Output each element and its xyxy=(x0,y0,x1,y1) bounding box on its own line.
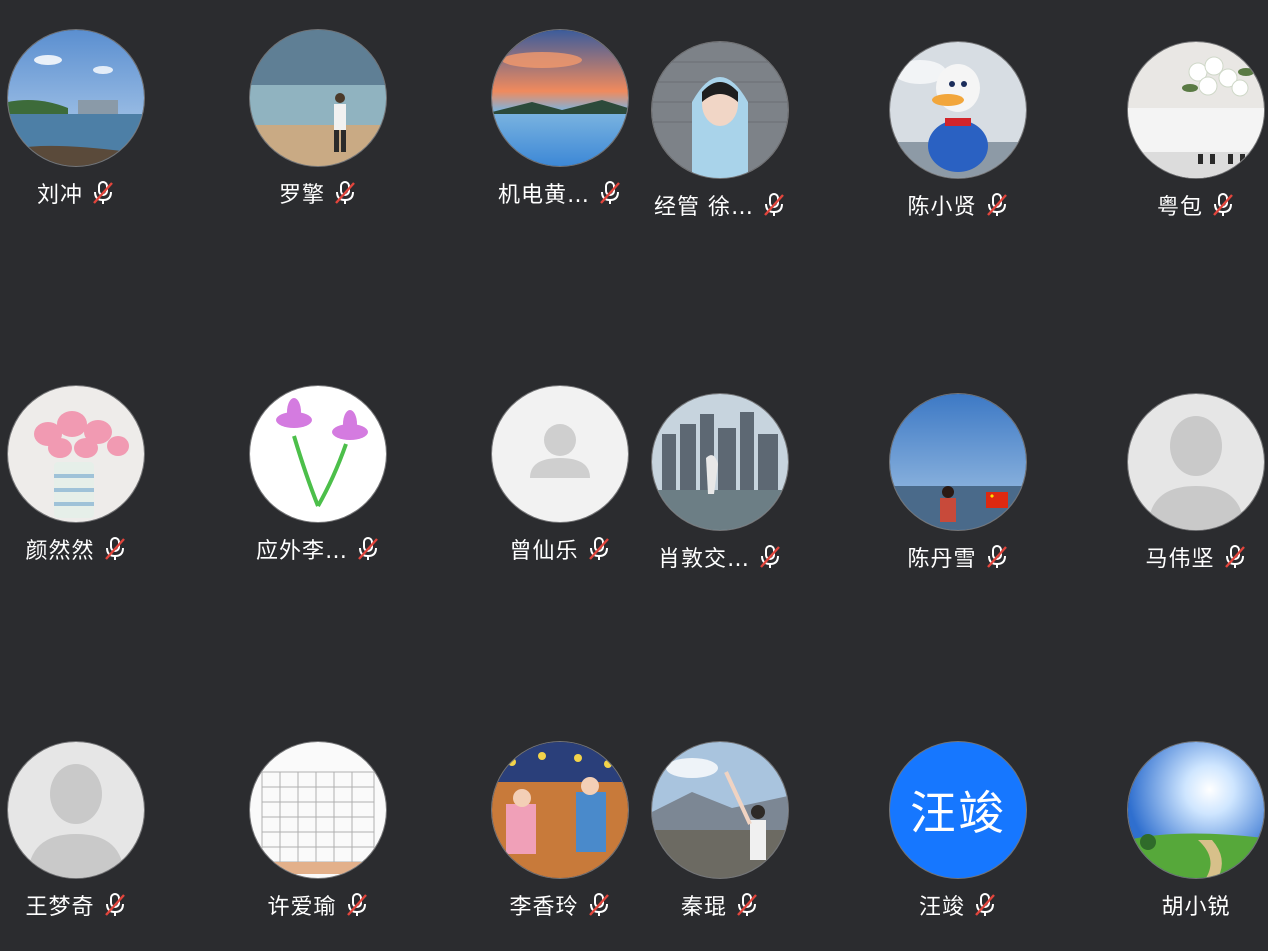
beach-person-image xyxy=(250,30,386,166)
participant-name: 王梦奇 xyxy=(25,895,95,920)
participant-tile[interactable]: 许爱瑜 xyxy=(218,742,418,942)
mic-muted-icon xyxy=(91,180,115,206)
avatar[interactable] xyxy=(250,386,386,522)
participant-tile[interactable]: 罗擎 xyxy=(218,30,418,230)
participant-name: 胡小锐 xyxy=(1161,895,1231,920)
avatar[interactable] xyxy=(890,42,1026,178)
participant-name: 肖敦交… xyxy=(657,547,750,572)
sunset-lake-image xyxy=(492,30,628,166)
participant-name: 曾仙乐 xyxy=(509,539,579,564)
participant-tile[interactable]: 秦琨 xyxy=(620,742,820,942)
sunny-meadow-image xyxy=(1128,742,1264,878)
lotus-drawing-image xyxy=(250,386,386,522)
mountain-town-image xyxy=(652,742,788,878)
donald-duck-toy-image xyxy=(890,42,1026,178)
default-user-image xyxy=(492,386,628,522)
lake-landscape-image xyxy=(8,30,144,166)
participant-tile[interactable]: 颜然然 xyxy=(0,386,176,586)
participant-tile[interactable]: 陈小贤 xyxy=(858,42,1058,242)
avatar[interactable] xyxy=(1128,42,1264,178)
mic-muted-icon xyxy=(762,192,786,218)
participant-name: 罗擎 xyxy=(278,183,325,208)
mic-muted-icon xyxy=(103,892,127,918)
participant-name: 陈小贤 xyxy=(907,195,977,220)
participant-tile[interactable]: 汪竣 汪竣 xyxy=(858,742,1058,942)
participant-tile[interactable]: 粤包 xyxy=(1096,42,1268,242)
participant-name: 李香玲 xyxy=(509,895,579,920)
mic-muted-icon xyxy=(587,536,611,562)
mic-muted-icon xyxy=(985,544,1009,570)
participant-tile[interactable]: 胡小锐 xyxy=(1096,742,1268,942)
piano-flowers-image xyxy=(1128,42,1264,178)
avatar[interactable] xyxy=(250,742,386,878)
avatar[interactable] xyxy=(1128,742,1264,878)
participant-tile[interactable]: 陈丹雪 xyxy=(858,394,1058,594)
seaside-woman-image xyxy=(890,394,1026,530)
participant-name: 汪竣 xyxy=(918,895,965,920)
participant-name: 许爱瑜 xyxy=(267,895,337,920)
avatar[interactable] xyxy=(8,30,144,166)
carousel-kids-image xyxy=(492,742,628,878)
mic-muted-icon xyxy=(587,892,611,918)
mic-muted-icon xyxy=(333,180,357,206)
avatar[interactable] xyxy=(8,386,144,522)
participant-tile[interactable]: 应外李… xyxy=(218,386,418,586)
mic-muted-icon xyxy=(356,536,380,562)
default-user-large-image xyxy=(1128,394,1264,530)
mic-muted-icon xyxy=(985,192,1009,218)
participant-tile[interactable]: 肖敦交… xyxy=(620,394,820,594)
participant-tile[interactable]: 经管 徐… xyxy=(620,42,820,242)
participant-name: 应外李… xyxy=(255,539,348,564)
participant-name: 机电黄… xyxy=(497,183,590,208)
mic-muted-icon xyxy=(758,544,782,570)
avatar[interactable] xyxy=(890,394,1026,530)
participant-tile[interactable]: 马伟坚 xyxy=(1096,394,1268,594)
avatar[interactable] xyxy=(652,394,788,530)
mic-muted-icon xyxy=(973,892,997,918)
avatar[interactable]: 汪竣 xyxy=(890,742,1026,878)
avatar[interactable] xyxy=(8,742,144,878)
mic-muted-icon xyxy=(735,892,759,918)
avatar[interactable] xyxy=(652,742,788,878)
avatar-text: 汪竣 xyxy=(910,786,1006,840)
participant-tile[interactable]: 刘冲 xyxy=(0,30,176,230)
participant-name: 马伟坚 xyxy=(1145,547,1215,572)
participant-name: 陈丹雪 xyxy=(907,547,977,572)
default-user-large-image xyxy=(8,742,144,878)
avatar[interactable] xyxy=(250,30,386,166)
participant-name: 刘冲 xyxy=(36,183,83,208)
avatar[interactable] xyxy=(492,742,628,878)
mic-muted-icon xyxy=(598,180,622,206)
mic-muted-icon xyxy=(1211,192,1235,218)
city-skyline-image xyxy=(652,394,788,530)
periodic-table-image xyxy=(250,742,386,878)
avatar[interactable] xyxy=(1128,394,1264,530)
participant-name: 秦琨 xyxy=(680,895,727,920)
mic-muted-icon xyxy=(345,892,369,918)
participant-name: 颜然然 xyxy=(25,539,95,564)
participant-name: 粤包 xyxy=(1156,195,1203,220)
avatar[interactable] xyxy=(492,30,628,166)
participant-name: 经管 徐… xyxy=(654,195,754,220)
mic-muted-icon xyxy=(1223,544,1247,570)
hooded-person-image xyxy=(652,42,788,178)
pink-tulips-vase-image xyxy=(8,386,144,522)
participant-tile[interactable]: 王梦奇 xyxy=(0,742,176,942)
avatar[interactable] xyxy=(652,42,788,178)
avatar[interactable] xyxy=(492,386,628,522)
mic-muted-icon xyxy=(103,536,127,562)
